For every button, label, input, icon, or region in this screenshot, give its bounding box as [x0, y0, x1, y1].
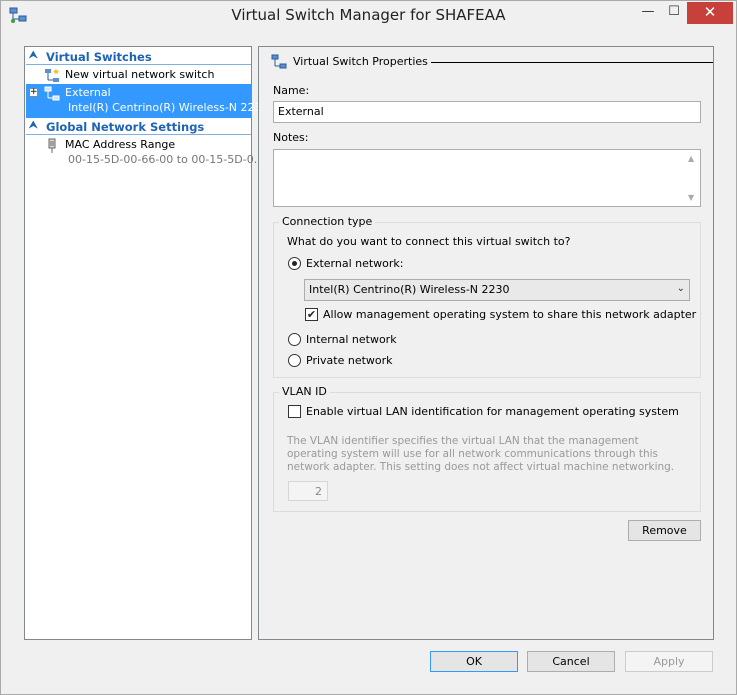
- mac-address-range-label: MAC Address Range: [65, 138, 176, 151]
- name-field[interactable]: External: [273, 101, 701, 123]
- mac-address-icon: [48, 138, 56, 153]
- properties-header-label: Virtual Switch Properties: [293, 55, 428, 68]
- collapse-chevron-icon: ⮝: [29, 120, 38, 131]
- sidebar-item-external-switch[interactable]: + External Intel(R) Centrino(R) Wireless…: [26, 84, 269, 118]
- external-switch-label: External: [65, 86, 111, 99]
- radio-selected-dot: [292, 261, 297, 266]
- virtual-switches-header-label: Virtual Switches: [46, 50, 152, 64]
- enable-vlan-label: Enable virtual LAN identification for ma…: [306, 405, 679, 418]
- new-switch-label: New virtual network switch: [65, 68, 215, 81]
- internal-network-radio[interactable]: [288, 333, 301, 346]
- scroll-down-icon[interactable]: ▼: [688, 193, 694, 202]
- global-network-settings-header[interactable]: ⮝ Global Network Settings: [26, 119, 251, 135]
- minimize-button[interactable]: —: [635, 2, 661, 24]
- scroll-up-icon[interactable]: ▲: [688, 154, 694, 163]
- global-network-settings-label: Global Network Settings: [46, 120, 205, 134]
- external-network-label: External network:: [306, 257, 404, 270]
- new-switch-icon: [45, 68, 60, 82]
- properties-header: Virtual Switch Properties: [271, 54, 713, 70]
- expand-plus-icon[interactable]: +: [29, 88, 38, 97]
- virtual-switch-icon: [271, 54, 287, 69]
- vlan-id-group: VLAN ID Enable virtual LAN identificatio…: [273, 385, 701, 512]
- private-network-label: Private network: [306, 354, 393, 367]
- ok-button[interactable]: OK: [430, 651, 518, 672]
- name-label: Name:: [273, 84, 310, 97]
- sidebar-item-new-virtual-switch[interactable]: New virtual network switch: [26, 66, 251, 84]
- mac-address-range-value: 00-15-5D-00-66-00 to 00-15-5D-0...: [68, 153, 265, 166]
- virtual-switch-icon: [44, 86, 60, 101]
- apply-button[interactable]: Apply: [625, 651, 713, 672]
- external-switch-adapter: Intel(R) Centrino(R) Wireless-N 2230: [68, 101, 269, 114]
- connection-type-group: Connection type What do you want to conn…: [273, 215, 701, 378]
- vlan-id-input[interactable]: 2: [288, 481, 328, 501]
- notes-scrollbar[interactable]: ▲ ▼: [684, 150, 700, 206]
- maximize-button[interactable]: ☐: [661, 2, 687, 24]
- internal-network-label: Internal network: [306, 333, 397, 346]
- network-adapter-selected: Intel(R) Centrino(R) Wireless-N 2230: [309, 283, 510, 296]
- vlan-description: The VLAN identifier specifies the virtua…: [287, 435, 675, 473]
- allow-management-checkbox[interactable]: ✔: [305, 308, 318, 321]
- collapse-chevron-icon: ⮝: [29, 50, 38, 61]
- private-network-radio[interactable]: [288, 354, 301, 367]
- chevron-down-icon: ⌄: [676, 283, 685, 294]
- allow-management-label: Allow management operating system to sha…: [323, 308, 697, 321]
- window-title: Virtual Switch Manager for SHAFEAA: [231, 6, 506, 24]
- title-bar: Virtual Switch Manager for SHAFEAA — ☐ ✕: [1, 1, 736, 31]
- close-button[interactable]: ✕: [687, 2, 733, 24]
- header-divider: [431, 62, 713, 63]
- virtual-switch-manager-window: Virtual Switch Manager for SHAFEAA — ☐ ✕…: [0, 0, 737, 695]
- properties-pane: Virtual Switch Properties Name: External…: [258, 46, 714, 640]
- external-network-radio[interactable]: [288, 257, 301, 270]
- connection-question: What do you want to connect this virtual…: [287, 235, 571, 248]
- connection-type-title: Connection type: [279, 215, 376, 228]
- navigation-pane: ⮝ Virtual Switches New virtual network s…: [24, 46, 269, 640]
- cancel-button[interactable]: Cancel: [527, 651, 615, 672]
- enable-vlan-checkbox[interactable]: [288, 405, 301, 418]
- notes-label: Notes:: [273, 131, 309, 144]
- virtual-switches-header[interactable]: ⮝ Virtual Switches: [26, 49, 251, 65]
- vlan-id-title: VLAN ID: [279, 385, 330, 398]
- notes-field[interactable]: ▲ ▼: [273, 149, 701, 207]
- network-adapter-select[interactable]: Intel(R) Centrino(R) Wireless-N 2230 ⌄: [304, 279, 690, 301]
- sidebar-item-mac-address-range[interactable]: MAC Address Range 00-15-5D-00-66-00 to 0…: [26, 136, 264, 170]
- remove-button[interactable]: Remove: [628, 520, 701, 541]
